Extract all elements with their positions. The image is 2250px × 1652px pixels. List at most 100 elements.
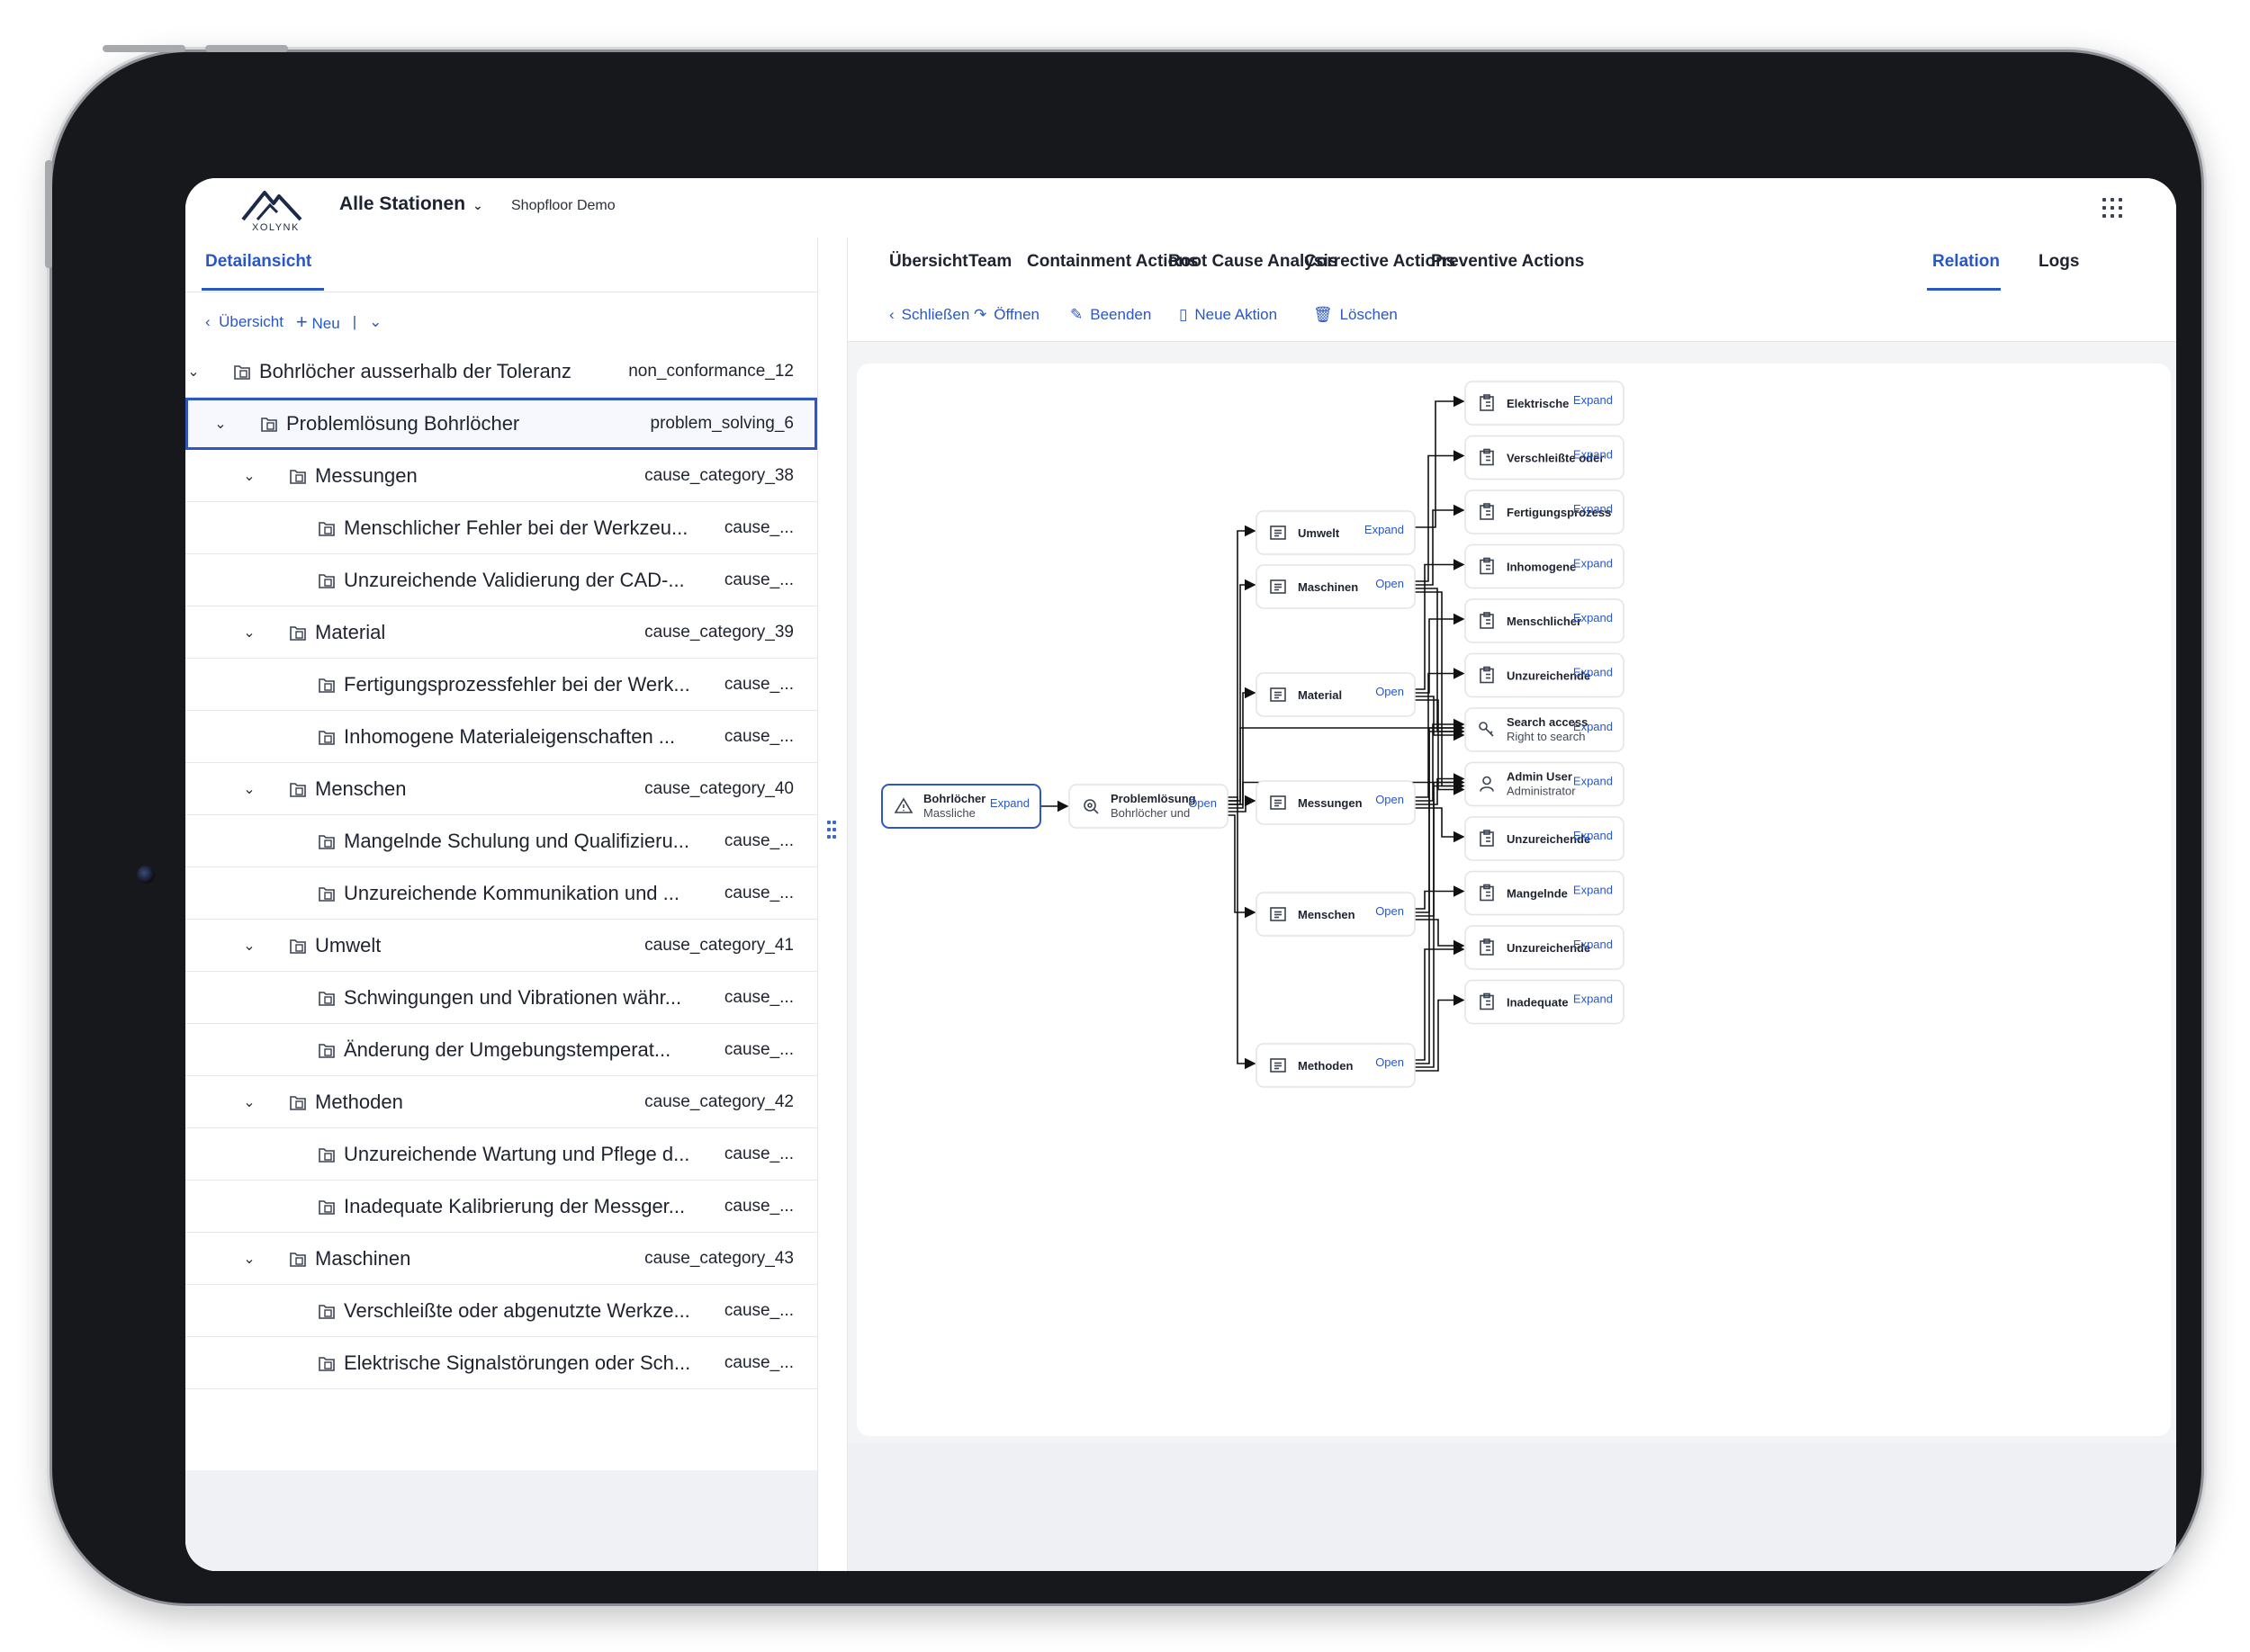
node-action-link[interactable]: Expand xyxy=(1573,884,1613,897)
tree-cause-row[interactable]: Menschlicher Fehler bei der Werkzeu... ca… xyxy=(185,502,817,554)
tree-cause-row[interactable]: Unzureichende Wartung und Pflege d... cau… xyxy=(185,1128,817,1181)
tree-cause-row[interactable]: Unzureichende Kommunikation und ... cause… xyxy=(185,867,817,920)
tree-cause-row[interactable]: Elektrische Signalstörungen oder Sch... c… xyxy=(185,1337,817,1389)
panel-splitter[interactable] xyxy=(817,238,848,1571)
node-action-link[interactable]: Expand xyxy=(1573,829,1613,842)
relation-graph-canvas[interactable]: Bohrlöcher Massliche Expand Problemlösung Bo… xyxy=(857,364,2171,1436)
graph-node-r10[interactable]: Mangelnde Expand xyxy=(1464,870,1624,916)
tree-category-row[interactable]: ⌄ Material cause_category_39 xyxy=(185,606,817,659)
graph-node-c_umwelt[interactable]: Umwelt Expand xyxy=(1256,510,1416,555)
relation-edge xyxy=(1415,725,1465,1064)
drag-handle-icon[interactable] xyxy=(827,821,838,842)
tree-category-row[interactable]: ⌄ Messungen cause_category_38 xyxy=(185,450,817,502)
tree-category-row[interactable]: ⌄ Maschinen cause_category_43 xyxy=(185,1233,817,1285)
document-icon: ▯ xyxy=(1179,306,1188,323)
node-action-link[interactable]: Expand xyxy=(1364,523,1404,536)
node-action-link[interactable]: Expand xyxy=(1573,992,1613,1006)
chevron-down-icon[interactable]: ⌄ xyxy=(212,415,229,433)
chevron-down-icon[interactable]: ⌄ xyxy=(185,363,202,381)
graph-node-root[interactable]: BohrlöcherMassliche Expand xyxy=(881,784,1041,829)
graph-node-r11[interactable]: UnzureichendeExpand xyxy=(1464,925,1624,970)
relation-edge xyxy=(1415,807,1465,843)
back-button[interactable]: ‹ Übersicht xyxy=(205,313,284,331)
graph-node-r6[interactable]: UnzureichendeExpand xyxy=(1464,652,1624,698)
finish-button[interactable]: ✎ Beenden xyxy=(1070,306,1151,324)
graph-node-r9[interactable]: UnzureichendeExpand xyxy=(1464,816,1624,861)
logo[interactable]: XOLYNK xyxy=(238,185,315,233)
graph-node-c_maschinen[interactable]: Maschinen Open xyxy=(1256,564,1416,609)
graph-node-c_messungen[interactable]: Messungen Open xyxy=(1256,780,1416,825)
node-action-link[interactable]: Open xyxy=(1375,577,1404,590)
chevron-down-icon[interactable]: ⌄ xyxy=(241,624,257,642)
graph-node-r4[interactable]: InhomogeneExpand xyxy=(1464,543,1624,589)
chevron-down-icon[interactable]: ⌄ xyxy=(241,1250,257,1268)
chevron-down-icon[interactable]: ⌄ xyxy=(241,1093,257,1111)
tree-cause-row[interactable]: Schwingungen und Vibrationen währ... caus… xyxy=(185,972,817,1024)
new-dropdown-chevron-icon[interactable]: ⌄ xyxy=(369,313,382,331)
graph-node-r8[interactable]: Admin UserAdministratorExpand xyxy=(1464,761,1624,807)
node-action-link[interactable]: Expand xyxy=(1573,775,1613,788)
tree-cause-row[interactable]: Mangelnde Schulung und Qualifizieru... ca… xyxy=(185,815,817,867)
node-action-link[interactable]: Expand xyxy=(1573,448,1613,462)
tab-preventive-actions[interactable]: Preventive Actions xyxy=(1431,252,1584,272)
tree-cause-row[interactable]: Inadequate Kalibrierung der Messger... ca… xyxy=(185,1181,817,1233)
tab-relation[interactable]: Relation xyxy=(1932,252,2000,272)
tab-logs[interactable]: Logs xyxy=(2038,252,2079,272)
tree-category-row[interactable]: ⌄ Methoden cause_category_42 xyxy=(185,1076,817,1128)
node-action-link[interactable]: Expand xyxy=(990,796,1030,810)
graph-node-r2[interactable]: Verschleißte oderExpand xyxy=(1464,435,1624,480)
tree-item-name: Menschen xyxy=(315,777,407,800)
node-action-link[interactable]: Open xyxy=(1188,796,1217,810)
graph-node-r3[interactable]: FertigungsprozessExpand xyxy=(1464,489,1624,534)
tree-category-row[interactable]: ⌄ Umwelt cause_category_41 xyxy=(185,920,817,972)
graph-node-r1[interactable]: Elektrische Expand xyxy=(1464,381,1624,426)
tree-item-id: cause_... xyxy=(724,570,794,589)
tab-detailansicht[interactable]: Detailansicht xyxy=(205,252,311,272)
apps-grid-icon[interactable] xyxy=(2102,198,2122,218)
node-action-link[interactable]: Open xyxy=(1375,685,1404,698)
tree-category-row[interactable]: ⌄ Problemlösung Bohrlöcher problem_solving… xyxy=(185,398,817,450)
close-button[interactable]: ‹ Schließen xyxy=(889,306,969,324)
tree-cause-row[interactable]: Inhomogene Materialeigenschaften ... caus… xyxy=(185,711,817,763)
new-action-button[interactable]: ▯ Neue Aktion xyxy=(1179,306,1277,324)
chevron-down-icon[interactable]: ⌄ xyxy=(241,467,257,485)
node-action-link[interactable]: Expand xyxy=(1573,720,1613,733)
tree-item-name: Änderung der Umgebungstemperat... xyxy=(344,1037,671,1061)
chevron-down-icon[interactable]: ⌄ xyxy=(241,937,257,955)
graph-node-c_menschen[interactable]: Menschen Open xyxy=(1256,892,1416,937)
tree-cause-row[interactable]: Verschleißte oder abgenutzte Werkze... ca… xyxy=(185,1285,817,1337)
graph-node-r12[interactable]: Inadequate Expand xyxy=(1464,979,1624,1025)
node-action-link[interactable]: Expand xyxy=(1573,557,1613,570)
tree-cause-row[interactable]: Unzureichende Validierung der CAD-... cau… xyxy=(185,554,817,606)
graph-node-r5[interactable]: MenschlicherExpand xyxy=(1464,598,1624,643)
graph-node-c_methoden[interactable]: Methoden Open xyxy=(1256,1043,1416,1088)
tab-team[interactable]: Team xyxy=(968,252,1012,272)
node-action-link[interactable]: Open xyxy=(1375,904,1404,918)
node-action-link[interactable]: Expand xyxy=(1573,938,1613,951)
tree-root-row[interactable]: ⌄ Bohrlöcher ausserhalb der Toleranz non_c… xyxy=(185,346,817,398)
relation-edge xyxy=(1415,613,1465,694)
tree-cause-row[interactable]: Änderung der Umgebungstemperat... cause_.… xyxy=(185,1024,817,1076)
node-title: Inadequate xyxy=(1507,996,1569,1010)
node-action-link[interactable]: Open xyxy=(1375,793,1404,806)
folder-icon xyxy=(290,469,306,484)
tree-cause-row[interactable]: Fertigungsprozessfehler bei der Werk... c… xyxy=(185,659,817,711)
station-selector[interactable]: Alle Stationen ⌄ xyxy=(339,193,483,215)
main-panel: Übersicht Team Containment Actions Root … xyxy=(848,238,2176,1571)
node-action-link[interactable]: Expand xyxy=(1573,666,1613,679)
node-action-link[interactable]: Expand xyxy=(1573,502,1613,516)
graph-node-ps[interactable]: ProblemlösungBohrlöcher undOpen xyxy=(1068,784,1228,829)
open-button[interactable]: ↷ Öffnen xyxy=(974,306,1040,324)
tree-item-id: cause_... xyxy=(724,1144,794,1163)
chevron-down-icon[interactable]: ⌄ xyxy=(241,780,257,798)
tab-uebersicht[interactable]: Übersicht xyxy=(889,252,968,272)
tree-category-row[interactable]: ⌄ Menschen cause_category_40 xyxy=(185,763,817,815)
node-action-link[interactable]: Expand xyxy=(1573,611,1613,624)
graph-node-r7[interactable]: Search accessRight to searchExpand xyxy=(1464,707,1624,752)
delete-button[interactable]: 🗑 Löschen xyxy=(1313,306,1398,324)
graph-node-c_material[interactable]: Material Open xyxy=(1256,672,1416,717)
relation-edge xyxy=(1415,919,1465,952)
new-button[interactable]: + Neu xyxy=(296,310,340,334)
node-action-link[interactable]: Open xyxy=(1375,1055,1404,1069)
node-action-link[interactable]: Expand xyxy=(1573,393,1613,407)
